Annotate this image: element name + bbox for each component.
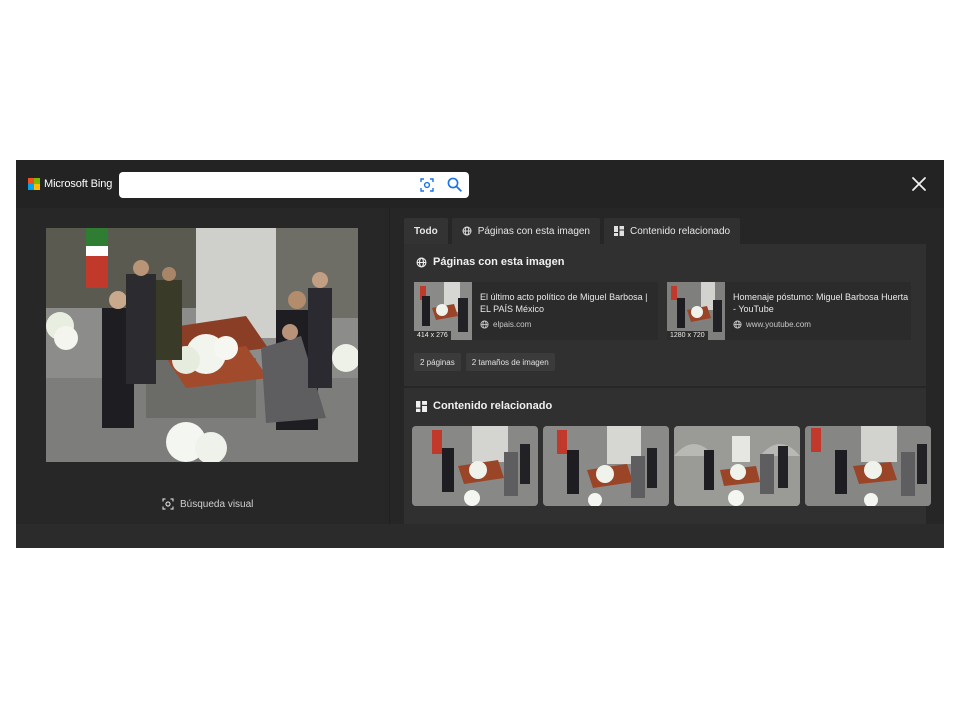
- tab-pages-with-image[interactable]: Páginas con esta imagen: [451, 218, 600, 244]
- visual-search-overlay: Microsoft Bing Búsqueda visual Todo Pági…: [16, 160, 944, 548]
- visual-search-icon: [162, 498, 174, 510]
- page-card[interactable]: 1280 x 720 Homenaje póstumo: Miguel Barb…: [667, 282, 911, 340]
- pages-section-title: Páginas con esta imagen: [416, 256, 564, 268]
- close-icon[interactable]: [911, 176, 927, 192]
- related-image[interactable]: [674, 426, 800, 506]
- related-image[interactable]: [412, 426, 538, 506]
- page-source: www.youtube.com: [733, 320, 811, 329]
- page-source: elpais.com: [480, 320, 531, 329]
- globe-icon: [480, 320, 489, 329]
- related-image-illustration: [674, 426, 800, 506]
- visual-search-icon[interactable]: [420, 178, 434, 192]
- results-tabs: Todo Páginas con esta imagen Contenido r…: [404, 218, 741, 244]
- page-filter-chips: 2 páginas 2 tamaños de imagen: [414, 353, 555, 371]
- related-content-section: Contenido relacionado: [404, 388, 931, 524]
- main-photo[interactable]: [46, 228, 358, 462]
- results-pane: Todo Páginas con esta imagen Contenido r…: [390, 208, 944, 524]
- visual-search-button[interactable]: Búsqueda visual: [162, 498, 253, 510]
- related-image-illustration: [805, 426, 931, 506]
- image-dimensions: 1280 x 720: [667, 331, 708, 340]
- related-images-row: [412, 426, 931, 506]
- grid-icon: [614, 226, 624, 236]
- brand-name: Microsoft Bing: [44, 178, 113, 190]
- page-thumbnail: 1280 x 720: [667, 282, 725, 340]
- related-image[interactable]: [805, 426, 931, 506]
- page-thumbnail: 414 x 276: [414, 282, 472, 340]
- search-input[interactable]: [125, 175, 409, 197]
- related-section-title: Contenido relacionado: [416, 400, 552, 412]
- page-title[interactable]: El último acto político de Miguel Barbos…: [480, 291, 660, 315]
- bing-logo[interactable]: Microsoft Bing: [28, 178, 112, 190]
- pages-with-image-section: Páginas con esta imagen 414 x 276 El últ…: [404, 244, 926, 386]
- search-icon[interactable]: [447, 177, 462, 192]
- image-sizes-chip[interactable]: 2 tamaños de imagen: [465, 353, 555, 371]
- tab-related-content[interactable]: Contenido relacionado: [604, 218, 741, 244]
- search-box[interactable]: [119, 172, 469, 198]
- visual-search-label: Búsqueda visual: [180, 498, 254, 510]
- top-bar: Microsoft Bing: [16, 160, 944, 208]
- globe-icon: [416, 257, 427, 267]
- tab-todo[interactable]: Todo: [404, 218, 448, 244]
- page-title[interactable]: Homenaje póstumo: Miguel Barbosa Huerta …: [733, 291, 913, 315]
- microsoft-logo-icon: [28, 178, 40, 190]
- globe-icon: [462, 226, 472, 236]
- related-image[interactable]: [543, 426, 669, 506]
- globe-icon: [733, 320, 742, 329]
- grid-icon: [416, 400, 427, 412]
- related-image-illustration: [543, 426, 669, 506]
- image-dimensions: 414 x 276: [414, 331, 451, 340]
- funeral-photo-illustration: [46, 228, 358, 462]
- pages-count-chip[interactable]: 2 páginas: [414, 353, 461, 371]
- image-preview-pane: Búsqueda visual: [16, 208, 389, 524]
- bottom-bar: [16, 524, 944, 548]
- page-card[interactable]: 414 x 276 El último acto político de Mig…: [414, 282, 658, 340]
- related-image-illustration: [412, 426, 538, 506]
